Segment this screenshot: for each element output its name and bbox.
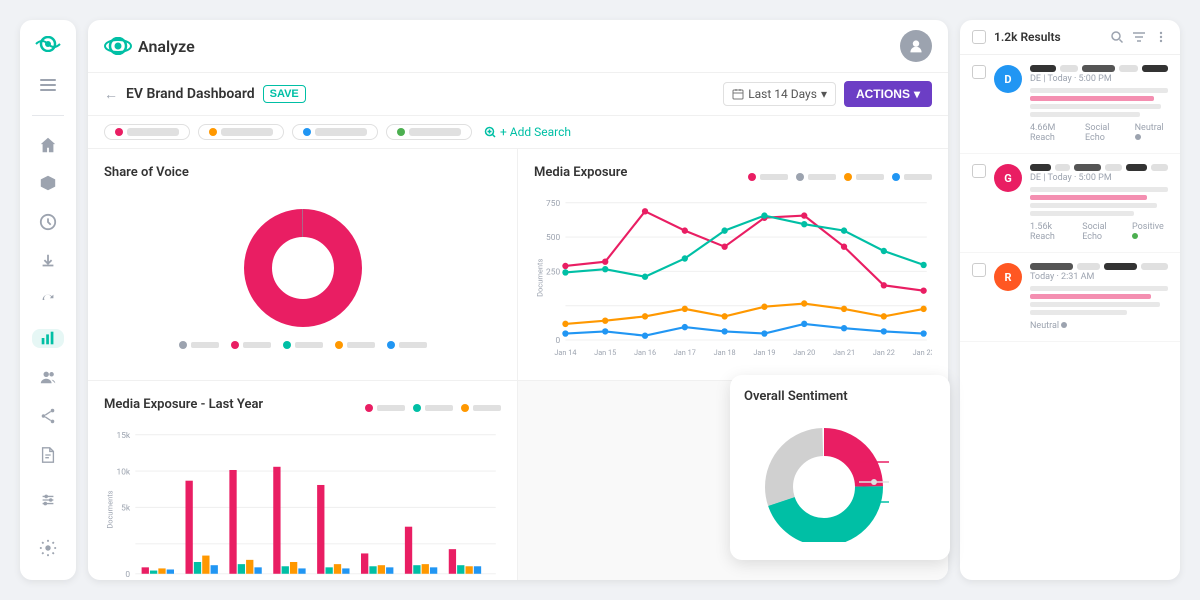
result-avatar-2: G — [994, 164, 1022, 192]
sentiment-indicator-3 — [1061, 322, 1067, 328]
svg-text:Jan 21: Jan 21 — [833, 348, 855, 357]
svg-text:Jan 20: Jan 20 — [793, 348, 815, 357]
share-of-voice-title: Share of Voice — [104, 165, 501, 180]
app-title: Analyze — [138, 37, 195, 56]
result-avatar-1: D — [994, 65, 1022, 93]
results-count: 1.2k Results — [994, 30, 1061, 44]
right-panel-header: 1.2k Results — [960, 20, 1180, 55]
svg-text:Jan 23: Jan 23 — [913, 348, 932, 357]
filter-tag-4[interactable] — [386, 124, 472, 140]
result-content-1: DE | Today · 5:00 PM 4.66M Reach Social … — [1030, 65, 1168, 143]
sidebar-divider — [32, 115, 64, 116]
svg-text:Jan 18: Jan 18 — [714, 348, 736, 357]
overall-sentiment-title: Overall Sentiment — [744, 389, 936, 404]
filter-tag-3[interactable] — [292, 124, 378, 140]
back-button[interactable]: ← — [104, 86, 118, 102]
sidebar-share-icon[interactable] — [32, 406, 64, 425]
share-of-voice-chart — [104, 188, 501, 364]
result-footer-3: Neutral — [1030, 321, 1168, 331]
sidebar-clock-icon[interactable] — [32, 213, 64, 232]
result-avatar-3: R — [994, 263, 1022, 291]
share-of-voice-legend — [179, 341, 427, 349]
svg-text:0: 0 — [555, 336, 560, 346]
sidebar-gear-icon[interactable] — [32, 532, 64, 564]
app-logo: Analyze — [104, 37, 195, 56]
svg-text:Jan 19: Jan 19 — [753, 348, 775, 357]
media-exposure-chart: 750 500 250 0 Documents — [534, 192, 932, 364]
sidebar-chart-icon[interactable] — [32, 329, 64, 348]
media-exposure-panel: Media Exposure — [518, 149, 948, 381]
svg-text:Jan 22: Jan 22 — [873, 348, 895, 357]
result-item-2[interactable]: G DE | Today · 5:00 PM — [960, 154, 1180, 253]
select-all-checkbox[interactable] — [972, 30, 986, 44]
sidebar-users-icon[interactable] — [32, 368, 64, 387]
svg-text:Jan 16: Jan 16 — [634, 348, 656, 357]
sentiment-indicator-2 — [1132, 233, 1138, 239]
media-exposure-last-year-title: Media Exposure - Last Year — [104, 397, 263, 412]
media-exposure-last-year-header: Media Exposure - Last Year — [104, 397, 501, 420]
svg-text:10k: 10k — [117, 467, 131, 477]
overall-sentiment-card: Overall Sentiment — [730, 375, 950, 560]
svg-text:Documents: Documents — [535, 258, 544, 296]
topbar-right — [900, 30, 932, 62]
filter-tag-2[interactable] — [198, 124, 284, 140]
result-meta-1: DE | Today · 5:00 PM — [1030, 74, 1168, 84]
sidebar-home-icon[interactable] — [32, 135, 64, 154]
media-exposure-header: Media Exposure — [534, 165, 932, 188]
result-footer-2: 1.56k Reach Social Echo Positive — [1030, 222, 1168, 242]
right-panel: 1.2k Results D DE | Today · 5:00 PM — [960, 20, 1180, 580]
svg-text:Documents: Documents — [105, 490, 114, 528]
user-avatar[interactable] — [900, 30, 932, 62]
result-content-3: Today · 2:31 AM Neutral — [1030, 263, 1168, 331]
result-content-2: DE | Today · 5:00 PM 1.56k Reach Social … — [1030, 164, 1168, 242]
result-meta-3: Today · 2:31 AM — [1030, 272, 1168, 282]
svg-text:750: 750 — [546, 199, 560, 209]
sidebar — [20, 20, 76, 580]
media-exposure-legend — [748, 173, 932, 181]
sidebar-logo — [34, 36, 62, 52]
svg-text:Jan 14: Jan 14 — [554, 348, 576, 357]
filter-bar: + Add Search — [88, 116, 948, 149]
result-item-1[interactable]: D DE | Today · 5:00 PM 4.66M Re — [960, 55, 1180, 154]
sidebar-document-icon[interactable] — [32, 445, 64, 464]
date-filter[interactable]: Last 14 Days ▾ — [723, 82, 836, 106]
svg-text:500: 500 — [546, 233, 560, 243]
sidebar-menu-icon[interactable] — [32, 76, 64, 95]
search-icon[interactable] — [1110, 30, 1124, 44]
media-exposure-title: Media Exposure — [534, 165, 627, 180]
result-meta-2: DE | Today · 5:00 PM — [1030, 173, 1168, 183]
media-exposure-last-year-chart: 15k 10k 5k 0 Documents — [104, 424, 501, 580]
result-checkbox-1[interactable] — [972, 65, 986, 79]
right-panel-actions — [1110, 30, 1168, 44]
sidebar-refresh-icon[interactable] — [32, 290, 64, 309]
svg-text:Jan 15: Jan 15 — [594, 348, 616, 357]
result-item-3[interactable]: R Today · 2:31 AM Neutral — [960, 253, 1180, 342]
dashboard-bar: ← EV Brand Dashboard SAVE Last 14 Days ▾… — [88, 73, 948, 116]
result-checkbox-2[interactable] — [972, 164, 986, 178]
filter-tag-1[interactable] — [104, 124, 190, 140]
result-footer-1: 4.66M Reach Social Echo Neutral — [1030, 123, 1168, 143]
add-search-button[interactable]: + Add Search — [484, 125, 571, 139]
svg-text:5k: 5k — [121, 503, 131, 513]
sentiment-indicator-1 — [1135, 134, 1141, 140]
media-exposure-last-year-legend — [365, 404, 501, 412]
filter-icon[interactable] — [1132, 30, 1146, 44]
more-icon[interactable] — [1154, 30, 1168, 44]
media-exposure-last-year-panel: Media Exposure - Last Year — [88, 381, 518, 580]
sidebar-layers-icon[interactable] — [32, 174, 64, 193]
topbar: Analyze — [88, 20, 948, 73]
share-of-voice-panel: Share of Voice — [88, 149, 518, 381]
actions-button[interactable]: ACTIONS ▾ — [844, 81, 932, 107]
svg-text:Jan 17: Jan 17 — [674, 348, 696, 357]
svg-text:250: 250 — [546, 267, 560, 277]
sidebar-sliders-icon[interactable] — [32, 484, 64, 516]
save-button[interactable]: SAVE — [263, 85, 306, 103]
dashboard-title: EV Brand Dashboard — [126, 86, 255, 102]
sidebar-download-icon[interactable] — [32, 252, 64, 271]
svg-text:15k: 15k — [117, 430, 131, 440]
svg-text:0: 0 — [125, 569, 130, 579]
result-checkbox-3[interactable] — [972, 263, 986, 277]
